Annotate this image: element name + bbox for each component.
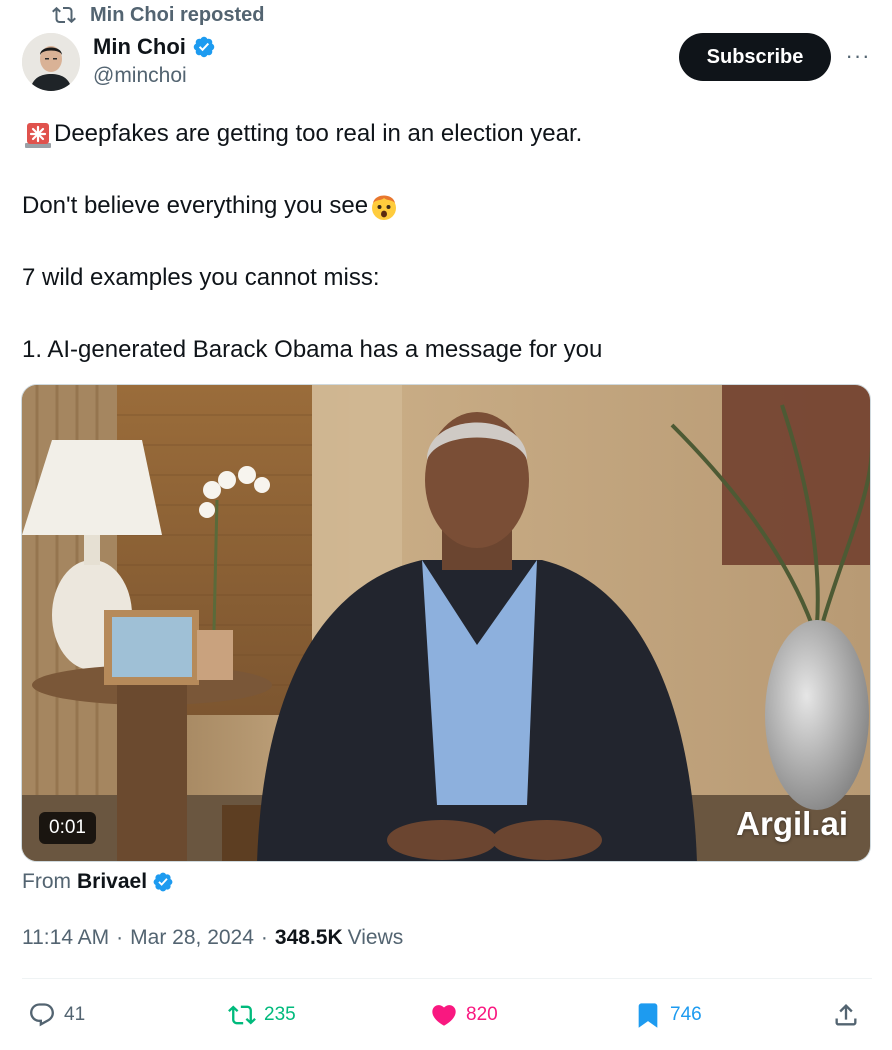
meta-separator: · bbox=[260, 926, 268, 949]
bookmark-count: 746 bbox=[670, 1004, 702, 1025]
reply-icon bbox=[30, 1003, 54, 1027]
repost-button[interactable]: 235 bbox=[228, 995, 296, 1035]
avatar[interactable] bbox=[22, 33, 80, 91]
tweet-date[interactable]: Mar 28, 2024 bbox=[130, 926, 254, 950]
tweet-line: 1. AI-generated Barack Obama has a messa… bbox=[22, 332, 872, 368]
attribution-prefix: From bbox=[22, 870, 71, 893]
tweet-time[interactable]: 11:14 AM bbox=[22, 926, 109, 950]
tweet-meta: 11:14 AM · Mar 28, 2024 · 348.5K Views bbox=[22, 926, 403, 950]
tweet-line-1: Deepfakes are getting too real in an ele… bbox=[54, 120, 583, 147]
media-attribution: From Brivael bbox=[22, 870, 174, 894]
heart-icon bbox=[432, 1005, 456, 1026]
tweet-line-4: 1. AI-generated Barack Obama has a messa… bbox=[22, 336, 603, 363]
reply-button[interactable]: 41 bbox=[28, 995, 85, 1035]
bookmark-button[interactable]: 746 bbox=[634, 995, 702, 1035]
tweet-text: Deepfakes are getting too real in an ele… bbox=[22, 116, 872, 368]
video-player[interactable]: 0:01 Argil.ai bbox=[21, 384, 871, 862]
video-watermark: Argil.ai bbox=[736, 805, 848, 842]
author-display-name[interactable]: Min Choi bbox=[93, 34, 186, 60]
divider bbox=[22, 978, 872, 979]
verified-badge-icon bbox=[153, 872, 173, 892]
share-icon bbox=[835, 1004, 857, 1026]
action-bar: 41 235 820 746 bbox=[0, 995, 892, 1035]
repost-icon bbox=[228, 1005, 256, 1025]
tweet-line: 7 wild examples you cannot miss: bbox=[22, 260, 872, 296]
share-button[interactable] bbox=[832, 995, 860, 1035]
views-label: Views bbox=[347, 926, 404, 949]
tweet-line-3: 7 wild examples you cannot miss: bbox=[22, 264, 380, 291]
rotating-light-emoji bbox=[25, 123, 51, 148]
verified-badge-icon bbox=[193, 36, 215, 58]
video-duration-badge: 0:01 bbox=[39, 812, 96, 844]
repost-count: 235 bbox=[264, 1004, 296, 1025]
repost-banner-text: Min Choi reposted bbox=[90, 3, 265, 26]
repost-icon bbox=[52, 6, 76, 24]
views-count[interactable]: 348.5K bbox=[275, 926, 343, 950]
video-frame bbox=[22, 385, 870, 861]
avatar-image bbox=[22, 33, 80, 91]
bookmark-icon bbox=[638, 1003, 658, 1028]
repost-banner[interactable]: Min Choi reposted bbox=[52, 2, 264, 28]
tweet-line: Don't believe everything you see bbox=[22, 188, 872, 224]
subscribe-button[interactable]: Subscribe bbox=[679, 33, 831, 81]
tweet-line-2: Don't believe everything you see bbox=[22, 192, 369, 219]
like-count: 820 bbox=[466, 1004, 498, 1025]
exploding-head-emoji bbox=[372, 195, 397, 220]
like-button[interactable]: 820 bbox=[430, 995, 498, 1035]
meta-separator: · bbox=[116, 926, 124, 949]
author-handle[interactable]: @minchoi bbox=[93, 64, 187, 88]
author-name-row[interactable]: Min Choi bbox=[93, 34, 216, 60]
more-options-icon[interactable]: ··· bbox=[844, 42, 872, 70]
attribution-source-name[interactable]: Brivael bbox=[77, 870, 147, 894]
tweet-line: Deepfakes are getting too real in an ele… bbox=[22, 116, 872, 152]
reply-count: 41 bbox=[64, 1004, 86, 1025]
